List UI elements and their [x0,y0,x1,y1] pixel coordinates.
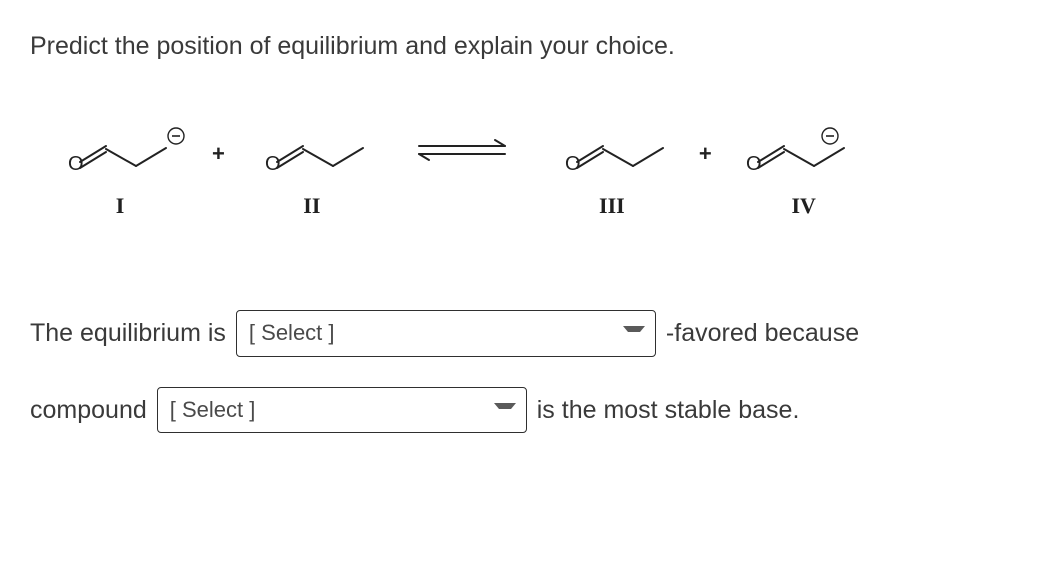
svg-text:O: O [68,153,84,175]
answer-suffix-2: is the most stable base. [537,394,800,427]
answer-prefix-2: compound [30,394,147,427]
answer-suffix-1: -favored because [666,317,859,350]
question-text: Predict the position of equilibrium and … [30,30,1026,63]
molecule-iii-label: III [599,192,625,221]
compound-select[interactable]: [ Select ] [157,387,527,434]
molecule-iv-label: IV [791,192,815,221]
equilibrium-arrow-icon [377,133,547,175]
plus-operator-left: + [190,140,247,169]
equilibrium-direction-select[interactable]: [ Select ] [236,310,656,357]
molecule-ii-structure-icon: O [247,118,377,178]
plus-operator-right: + [677,140,734,169]
molecule-iii-structure-icon: O [547,118,677,178]
answer-row-1: The equilibrium is [ Select ] -favored b… [30,310,1026,357]
svg-text:O: O [565,153,581,175]
molecule-iv-structure-icon: O [734,118,874,178]
molecule-i: O I [50,118,190,221]
molecule-ii-label: II [303,192,320,221]
answer-prefix-1: The equilibrium is [30,317,226,350]
molecule-iii: O III [547,118,677,221]
molecule-i-structure-icon: O [50,118,190,178]
svg-text:O: O [746,153,762,175]
svg-text:O: O [265,153,281,175]
molecule-iv: O IV [734,118,874,221]
reaction-scheme: O I + O II [30,118,1026,221]
molecule-i-label: I [116,192,125,221]
answer-row-2: compound [ Select ] is the most stable b… [30,387,1026,434]
molecule-ii: O II [247,118,377,221]
